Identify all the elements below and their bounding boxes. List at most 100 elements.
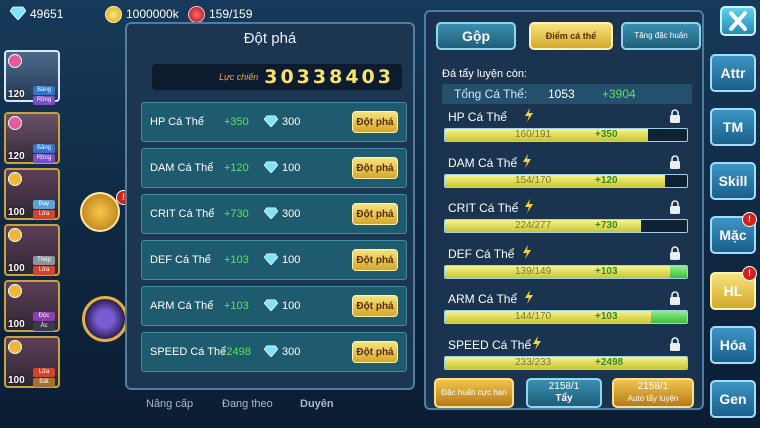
footer-upgrade[interactable]: Nâng cấp <box>146 398 193 410</box>
stat-progress-bar: 154/170 +120 <box>444 173 688 188</box>
stat-bonus: +350 <box>224 116 249 128</box>
diamond-icon <box>263 298 279 312</box>
stat-add: +103 <box>595 265 618 277</box>
train-stat-row: DEF Cá Thể 139/149 +103 <box>442 244 692 287</box>
diamond-icon <box>263 344 279 358</box>
pet-slot[interactable]: 100 Thép Lửa <box>4 224 60 276</box>
stat-name: DEF Cá Thể <box>150 254 211 266</box>
close-button[interactable] <box>720 6 756 36</box>
tab-individual-points[interactable]: Điểm cá thể <box>529 22 613 50</box>
type-tag: Rồng <box>33 154 55 163</box>
stat-add: +2498 <box>595 356 624 368</box>
breakthrough-button[interactable]: Đột phá <box>352 341 398 363</box>
stat-add: +120 <box>595 174 618 186</box>
stat-bonus: +120 <box>224 162 249 174</box>
breakthrough-row: HP Cá Thể +350 300 Đột phá <box>141 102 407 142</box>
cost-value: 300 <box>282 208 301 220</box>
breakthrough-panel: Đột phá Lực chiến 30338403 HP Cá Thể +35… <box>125 22 415 390</box>
backpack-icon[interactable] <box>80 192 120 232</box>
element-emblem-icon <box>8 340 22 354</box>
breakthrough-button[interactable]: Đột phá <box>352 157 398 179</box>
footer-following[interactable]: Đang theo <box>222 398 273 410</box>
stat-add: +350 <box>595 129 618 140</box>
pet-level: 100 <box>8 263 25 274</box>
type-tag: Ác <box>33 322 55 331</box>
stat-name: CRIT Cá Thể <box>150 208 215 220</box>
stat-current: 139/149 <box>515 265 552 277</box>
stat-name: SPEED Cá Thể <box>150 346 227 358</box>
breakthrough-button[interactable]: Đột phá <box>352 295 398 317</box>
pet-slot[interactable]: 100 Lửa Đất <box>4 336 60 388</box>
train-stat-row: SPEED Cá Thể 233/233 +2498 <box>442 335 692 378</box>
type-tag: Băng <box>33 144 55 153</box>
special-training-button[interactable]: Đặc huấn cực hạn <box>434 378 514 408</box>
stat-name: HP Cá Thể <box>448 110 507 124</box>
wash-label: Tẩy <box>555 393 573 404</box>
train-stat-row: DAM Cá Thể 154/170 +120 <box>442 153 692 196</box>
stat-progress-bar: 160/191 +350 <box>444 128 688 142</box>
type-tag: Lửa <box>33 210 55 219</box>
training-panel: Gộp Điểm cá thể Tăng đặc huấn Đá tẩy luy… <box>424 10 704 410</box>
progress-extra <box>670 265 687 278</box>
wash-button[interactable]: 2158/1 Tẩy <box>526 378 602 408</box>
tab-special-training[interactable]: Tăng đặc huấn <box>621 22 701 50</box>
stat-progress-bar: 224/277 +730 <box>444 219 688 233</box>
lock-icon[interactable] <box>668 336 682 352</box>
breakthrough-button[interactable]: Đột phá <box>352 203 398 225</box>
stat-name: DAM Cá Thể <box>150 162 214 174</box>
breakthrough-button[interactable]: Đột phá <box>352 111 398 133</box>
stones-label: Đá tẩy luyện còn: <box>442 68 527 80</box>
bolt-icon <box>522 153 532 168</box>
pet-slot[interactable]: 120 Băng Rồng <box>4 112 60 164</box>
lock-icon[interactable] <box>668 291 682 306</box>
stamina-potion-icon <box>188 5 205 23</box>
diamond-counter: 49651 <box>9 6 63 22</box>
auto-wash-button[interactable]: 2158/1 Auto tẩy luyện <box>612 378 694 408</box>
pet-slot[interactable]: 120 Băng Rồng <box>4 50 60 105</box>
progress-extra <box>650 311 687 323</box>
type-tag: Lửa <box>33 266 55 275</box>
bolt-icon <box>522 244 532 259</box>
element-emblem-icon <box>8 54 22 68</box>
gold-counter: 1000000k <box>105 5 179 23</box>
auto-wash-label: Auto tẩy luyện <box>627 394 679 403</box>
combat-power-label: Lực chiến <box>219 72 259 82</box>
stat-current: 154/170 <box>515 174 552 186</box>
nav-tm[interactable]: TM <box>710 108 756 146</box>
breakthrough-button[interactable]: Đột phá <box>352 249 398 271</box>
pet-slot[interactable]: 100 Độc Ác <box>4 280 60 332</box>
train-stat-row: ARM Cá Thể 144/170 +103 <box>442 290 692 332</box>
nav-gen[interactable]: Gen <box>710 380 756 418</box>
stat-name: DAM Cá Thể <box>448 155 518 170</box>
progress-fill <box>445 265 671 278</box>
breakthrough-row: DEF Cá Thể +103 100 Đột phá <box>141 240 407 280</box>
total-add: +3904 <box>602 87 636 101</box>
bolt-icon <box>532 335 542 350</box>
diamond-icon <box>263 206 279 220</box>
stat-progress-bar: 144/170 +103 <box>444 310 688 324</box>
total-individual: Tổng Cá Thể: 1053 +3904 <box>442 84 692 104</box>
nav-attr[interactable]: Attr <box>710 54 756 92</box>
diamond-icon <box>263 252 279 266</box>
combat-power-value: 30338403 <box>264 66 394 88</box>
bolt-icon <box>524 290 534 304</box>
close-icon <box>729 11 747 31</box>
footer-bond[interactable]: Duyên <box>300 398 334 410</box>
lock-icon[interactable] <box>668 109 682 124</box>
gold-coin-icon <box>105 5 122 23</box>
stat-bonus: +2498 <box>220 346 251 358</box>
nav-transform[interactable]: Hóa <box>710 326 756 364</box>
auto-wash-count: 2158/1 <box>637 381 669 392</box>
gold-amount: 1000000k <box>126 7 179 21</box>
lock-icon[interactable] <box>668 245 682 261</box>
pet-level: 100 <box>8 375 25 386</box>
tab-merge[interactable]: Gộp <box>436 22 516 50</box>
pet-slot[interactable]: 100 Bay Lửa <box>4 168 60 220</box>
type-tag: Rồng <box>33 96 55 105</box>
lock-icon[interactable] <box>668 154 682 170</box>
lock-icon[interactable] <box>668 200 682 215</box>
nav-skill[interactable]: Skill <box>710 162 756 200</box>
type-tag: Băng <box>33 86 55 95</box>
stat-name: ARM Cá Thể <box>448 292 518 306</box>
breakthrough-row: ARM Cá Thể +103 100 Đột phá <box>141 286 407 326</box>
